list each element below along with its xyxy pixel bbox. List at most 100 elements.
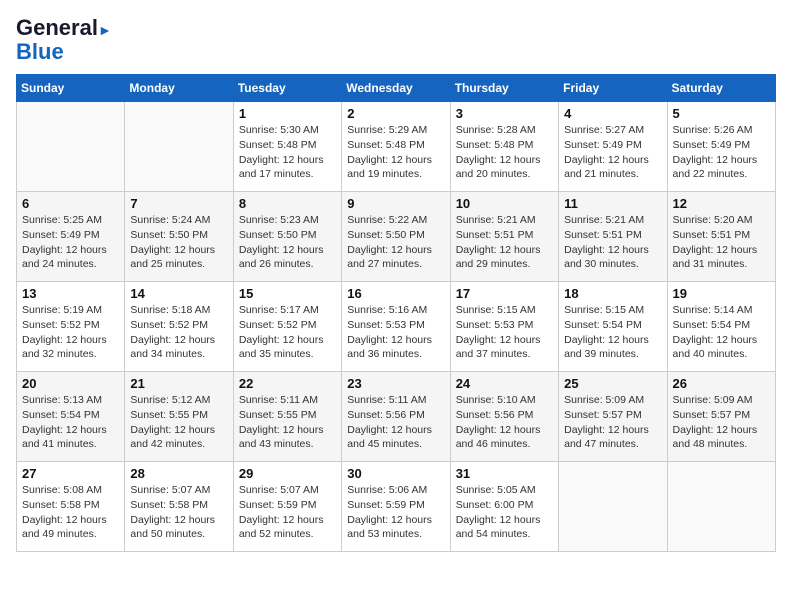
weekday-header: Friday — [559, 75, 667, 102]
day-number: 30 — [347, 466, 444, 481]
day-info: Sunrise: 5:16 AM Sunset: 5:53 PM Dayligh… — [347, 303, 444, 362]
day-info: Sunrise: 5:17 AM Sunset: 5:52 PM Dayligh… — [239, 303, 336, 362]
day-number: 17 — [456, 286, 553, 301]
day-number: 16 — [347, 286, 444, 301]
calendar-cell: 26 Sunrise: 5:09 AM Sunset: 5:57 PM Dayli… — [667, 372, 775, 462]
day-info: Sunrise: 5:19 AM Sunset: 5:52 PM Dayligh… — [22, 303, 119, 362]
day-number: 5 — [673, 106, 770, 121]
calendar-cell — [559, 462, 667, 552]
day-number: 21 — [130, 376, 227, 391]
day-info: Sunrise: 5:12 AM Sunset: 5:55 PM Dayligh… — [130, 393, 227, 452]
day-info: Sunrise: 5:21 AM Sunset: 5:51 PM Dayligh… — [564, 213, 661, 272]
day-number: 29 — [239, 466, 336, 481]
weekday-header: Thursday — [450, 75, 558, 102]
day-number: 14 — [130, 286, 227, 301]
calendar-cell — [17, 102, 125, 192]
calendar-cell: 27Sunrise: 5:08 AM Sunset: 5:58 PM Dayli… — [17, 462, 125, 552]
day-number: 27 — [22, 466, 119, 481]
day-number: 8 — [239, 196, 336, 211]
weekday-header: Monday — [125, 75, 233, 102]
day-info: Sunrise: 5:14 AM Sunset: 5:54 PM Dayligh… — [673, 303, 770, 362]
day-number: 23 — [347, 376, 444, 391]
calendar-header: SundayMondayTuesdayWednesdayThursdayFrid… — [17, 75, 776, 102]
day-info: Sunrise: 5:23 AM Sunset: 5:50 PM Dayligh… — [239, 213, 336, 272]
day-info: Sunrise: 5:20 AM Sunset: 5:51 PM Dayligh… — [673, 213, 770, 272]
day-number: 19 — [673, 286, 770, 301]
day-info: Sunrise: 5:15 AM Sunset: 5:54 PM Dayligh… — [564, 303, 661, 362]
weekday-header: Tuesday — [233, 75, 341, 102]
calendar-cell: 13 Sunrise: 5:19 AM Sunset: 5:52 PM Dayli… — [17, 282, 125, 372]
weekday-header: Saturday — [667, 75, 775, 102]
day-number: 4 — [564, 106, 661, 121]
calendar-cell: 6 Sunrise: 5:25 AM Sunset: 5:49 PM Daylig… — [17, 192, 125, 282]
logo-blue: Blue — [16, 39, 64, 64]
day-info: Sunrise: 5:15 AM Sunset: 5:53 PM Dayligh… — [456, 303, 553, 362]
page-header: General► Blue — [16, 16, 776, 64]
calendar-cell: 4 Sunrise: 5:27 AM Sunset: 5:49 PM Daylig… — [559, 102, 667, 192]
calendar-cell: 15 Sunrise: 5:17 AM Sunset: 5:52 PM Dayli… — [233, 282, 341, 372]
calendar-cell: 16 Sunrise: 5:16 AM Sunset: 5:53 PM Dayli… — [342, 282, 450, 372]
day-number: 1 — [239, 106, 336, 121]
calendar-cell: 21 Sunrise: 5:12 AM Sunset: 5:55 PM Dayli… — [125, 372, 233, 462]
day-info: Sunrise: 5:07 AM Sunset: 5:59 PM Dayligh… — [239, 483, 336, 542]
day-info: Sunrise: 5:28 AM Sunset: 5:48 PM Dayligh… — [456, 123, 553, 182]
calendar-cell: 29 Sunrise: 5:07 AM Sunset: 5:59 PM Dayli… — [233, 462, 341, 552]
logo: General► Blue — [16, 16, 112, 64]
day-number: 31 — [456, 466, 553, 481]
calendar-cell: 2Sunrise: 5:29 AM Sunset: 5:48 PM Daylig… — [342, 102, 450, 192]
calendar-cell: 7Sunrise: 5:24 AM Sunset: 5:50 PM Daylig… — [125, 192, 233, 282]
calendar-cell: 5 Sunrise: 5:26 AM Sunset: 5:49 PM Daylig… — [667, 102, 775, 192]
calendar-cell: 3 Sunrise: 5:28 AM Sunset: 5:48 PM Daylig… — [450, 102, 558, 192]
day-number: 25 — [564, 376, 661, 391]
day-info: Sunrise: 5:25 AM Sunset: 5:49 PM Dayligh… — [22, 213, 119, 272]
calendar-cell: 19 Sunrise: 5:14 AM Sunset: 5:54 PM Dayli… — [667, 282, 775, 372]
calendar-cell — [667, 462, 775, 552]
day-number: 13 — [22, 286, 119, 301]
day-info: Sunrise: 5:09 AM Sunset: 5:57 PM Dayligh… — [564, 393, 661, 452]
calendar-cell: 30 Sunrise: 5:06 AM Sunset: 5:59 PM Dayli… — [342, 462, 450, 552]
calendar-table: SundayMondayTuesdayWednesdayThursdayFrid… — [16, 74, 776, 552]
calendar-cell: 28 Sunrise: 5:07 AM Sunset: 5:58 PM Dayli… — [125, 462, 233, 552]
day-number: 3 — [456, 106, 553, 121]
calendar-cell: 31Sunrise: 5:05 AM Sunset: 6:00 PM Dayli… — [450, 462, 558, 552]
day-info: Sunrise: 5:07 AM Sunset: 5:58 PM Dayligh… — [130, 483, 227, 542]
calendar-cell: 11 Sunrise: 5:21 AM Sunset: 5:51 PM Dayli… — [559, 192, 667, 282]
day-info: Sunrise: 5:09 AM Sunset: 5:57 PM Dayligh… — [673, 393, 770, 452]
day-number: 20 — [22, 376, 119, 391]
calendar-cell: 22 Sunrise: 5:11 AM Sunset: 5:55 PM Dayli… — [233, 372, 341, 462]
calendar-cell: 1 Sunrise: 5:30 AM Sunset: 5:48 PM Daylig… — [233, 102, 341, 192]
day-number: 9 — [347, 196, 444, 211]
day-number: 26 — [673, 376, 770, 391]
day-number: 28 — [130, 466, 227, 481]
day-info: Sunrise: 5:22 AM Sunset: 5:50 PM Dayligh… — [347, 213, 444, 272]
calendar-cell: 14Sunrise: 5:18 AM Sunset: 5:52 PM Dayli… — [125, 282, 233, 372]
calendar-cell: 24Sunrise: 5:10 AM Sunset: 5:56 PM Dayli… — [450, 372, 558, 462]
calendar-cell: 18Sunrise: 5:15 AM Sunset: 5:54 PM Dayli… — [559, 282, 667, 372]
calendar-cell: 9 Sunrise: 5:22 AM Sunset: 5:50 PM Daylig… — [342, 192, 450, 282]
logo-text: General► — [16, 16, 112, 40]
day-info: Sunrise: 5:10 AM Sunset: 5:56 PM Dayligh… — [456, 393, 553, 452]
day-number: 22 — [239, 376, 336, 391]
calendar-cell: 17 Sunrise: 5:15 AM Sunset: 5:53 PM Dayli… — [450, 282, 558, 372]
day-info: Sunrise: 5:24 AM Sunset: 5:50 PM Dayligh… — [130, 213, 227, 272]
calendar-cell: 12 Sunrise: 5:20 AM Sunset: 5:51 PM Dayli… — [667, 192, 775, 282]
day-info: Sunrise: 5:29 AM Sunset: 5:48 PM Dayligh… — [347, 123, 444, 182]
day-info: Sunrise: 5:11 AM Sunset: 5:56 PM Dayligh… — [347, 393, 444, 452]
day-number: 10 — [456, 196, 553, 211]
day-info: Sunrise: 5:26 AM Sunset: 5:49 PM Dayligh… — [673, 123, 770, 182]
day-info: Sunrise: 5:21 AM Sunset: 5:51 PM Dayligh… — [456, 213, 553, 272]
calendar-cell — [125, 102, 233, 192]
calendar-cell: 25 Sunrise: 5:09 AM Sunset: 5:57 PM Dayli… — [559, 372, 667, 462]
calendar-cell: 8 Sunrise: 5:23 AM Sunset: 5:50 PM Daylig… — [233, 192, 341, 282]
day-number: 15 — [239, 286, 336, 301]
day-info: Sunrise: 5:27 AM Sunset: 5:49 PM Dayligh… — [564, 123, 661, 182]
day-info: Sunrise: 5:30 AM Sunset: 5:48 PM Dayligh… — [239, 123, 336, 182]
weekday-header: Wednesday — [342, 75, 450, 102]
day-info: Sunrise: 5:06 AM Sunset: 5:59 PM Dayligh… — [347, 483, 444, 542]
day-number: 6 — [22, 196, 119, 211]
calendar-cell: 10 Sunrise: 5:21 AM Sunset: 5:51 PM Dayli… — [450, 192, 558, 282]
calendar-cell: 20Sunrise: 5:13 AM Sunset: 5:54 PM Dayli… — [17, 372, 125, 462]
day-number: 11 — [564, 196, 661, 211]
day-number: 12 — [673, 196, 770, 211]
day-info: Sunrise: 5:11 AM Sunset: 5:55 PM Dayligh… — [239, 393, 336, 452]
